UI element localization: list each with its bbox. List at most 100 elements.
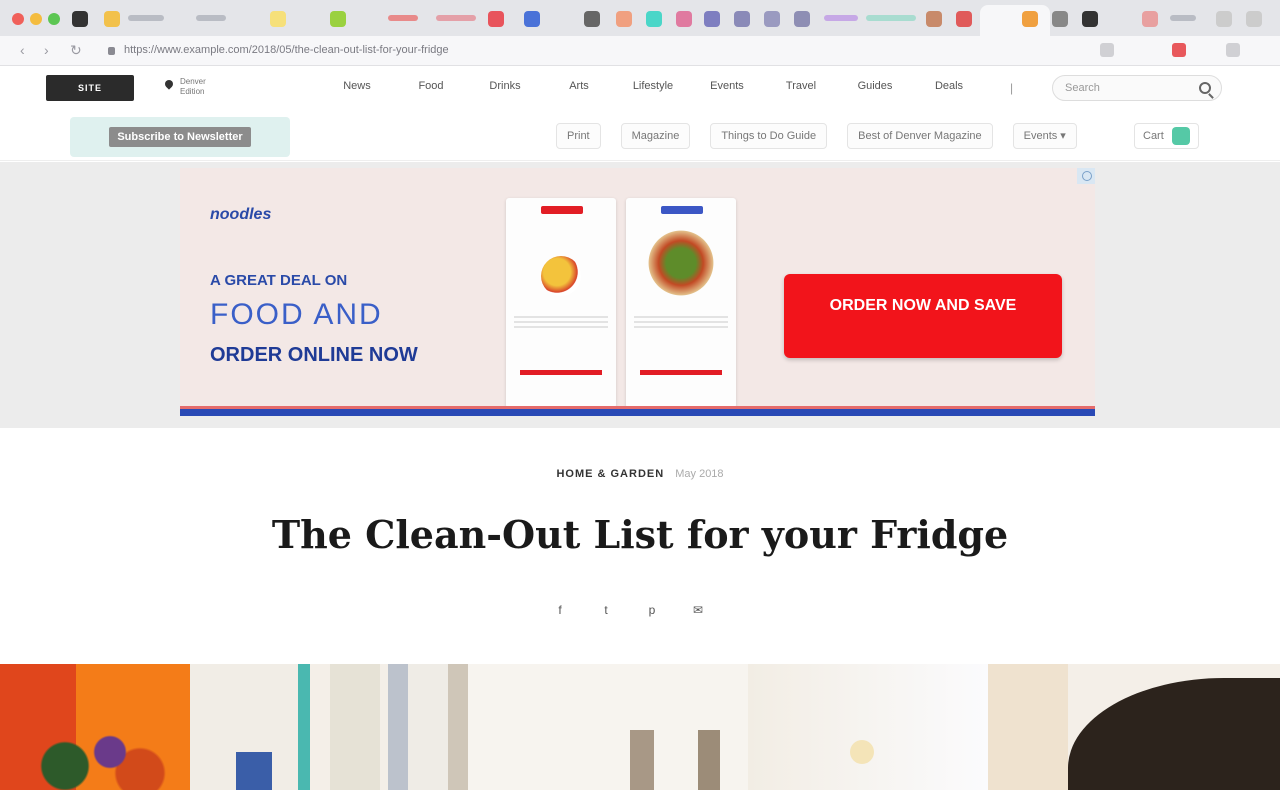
article-date: May 2018 bbox=[675, 468, 724, 480]
tab-favicon[interactable] bbox=[956, 11, 972, 27]
subnav-item[interactable]: Print bbox=[556, 123, 601, 149]
tab-title[interactable] bbox=[824, 15, 858, 21]
advertisement[interactable]: noodles A GREAT DEAL ON FOOD AND ORDER O… bbox=[180, 168, 1095, 416]
nav-item[interactable]: Arts bbox=[542, 80, 616, 92]
hero-panel-white bbox=[748, 664, 988, 790]
ad-menu-card bbox=[626, 198, 736, 408]
cart-button[interactable]: Cart bbox=[1134, 123, 1199, 149]
ad-headline-2: FOOD AND bbox=[210, 298, 383, 331]
tab-favicon[interactable] bbox=[764, 11, 780, 27]
tab-favicon[interactable] bbox=[1142, 11, 1158, 27]
tab-favicon[interactable] bbox=[1246, 11, 1262, 27]
search-input[interactable]: Search bbox=[1052, 75, 1222, 101]
tab-title[interactable] bbox=[866, 15, 916, 21]
newsletter-banner[interactable]: Subscribe to Newsletter bbox=[70, 117, 290, 157]
bookmark-icon[interactable] bbox=[1100, 43, 1114, 57]
subnav-item[interactable]: Best of Denver Magazine bbox=[847, 123, 993, 149]
card-header-bar bbox=[661, 206, 703, 214]
sub-header: Subscribe to Newsletter Print Magazine T… bbox=[0, 111, 1280, 161]
tab-favicon[interactable] bbox=[524, 11, 540, 27]
tab-favicon[interactable] bbox=[1052, 11, 1068, 27]
nav-item[interactable]: Drinks bbox=[468, 80, 542, 92]
facebook-icon[interactable]: f bbox=[548, 598, 572, 622]
tab-title[interactable] bbox=[1170, 15, 1196, 21]
tab-title[interactable] bbox=[388, 15, 418, 21]
profile-icon[interactable] bbox=[1226, 43, 1240, 57]
dish-image bbox=[541, 256, 581, 296]
subnav-item[interactable]: Things to Do Guide bbox=[710, 123, 828, 149]
tab-favicon[interactable] bbox=[1022, 11, 1038, 27]
share-buttons: f t p ✉ bbox=[548, 598, 710, 622]
extension-icon[interactable] bbox=[1172, 43, 1186, 57]
nav-item[interactable]: Lifestyle bbox=[616, 80, 690, 92]
article-headline: The Clean-Out List for your Fridge bbox=[271, 512, 1009, 557]
tab-favicon[interactable] bbox=[616, 11, 632, 27]
hero-panel-hair bbox=[1068, 678, 1280, 790]
tab-favicon[interactable] bbox=[676, 11, 692, 27]
url-text[interactable]: https://www.example.com/2018/05/the-clea… bbox=[124, 44, 449, 56]
site-header: SITE Denver Edition News Food Drinks Arts… bbox=[0, 67, 1280, 111]
tab-favicon[interactable] bbox=[926, 11, 942, 27]
sub-nav: Print Magazine Things to Do Guide Best o… bbox=[556, 123, 1077, 149]
forward-button[interactable]: › bbox=[44, 42, 49, 58]
twitter-icon[interactable]: t bbox=[594, 598, 618, 622]
tab-favicon[interactable] bbox=[646, 11, 662, 27]
nav-item[interactable]: News bbox=[320, 80, 394, 92]
card-text-lines bbox=[514, 316, 608, 330]
browser-tab-strip bbox=[0, 0, 1280, 36]
window-close-button[interactable] bbox=[12, 13, 24, 25]
ad-brand: noodles bbox=[210, 206, 272, 223]
nav-item[interactable]: Travel bbox=[764, 80, 838, 92]
cart-icon bbox=[1171, 127, 1190, 145]
nav-item[interactable]: Guides bbox=[838, 80, 912, 92]
site-logo[interactable]: SITE bbox=[46, 75, 134, 101]
reload-button[interactable]: ↻ bbox=[70, 42, 82, 59]
window-minimize-button[interactable] bbox=[30, 13, 42, 25]
hero-panel-grey bbox=[388, 664, 468, 790]
email-icon[interactable]: ✉ bbox=[686, 598, 710, 622]
tab-favicon[interactable] bbox=[72, 11, 88, 27]
search-icon[interactable] bbox=[1199, 82, 1211, 94]
tab-favicon[interactable] bbox=[704, 11, 720, 27]
tab-favicon[interactable] bbox=[584, 11, 600, 27]
ad-cta-button[interactable]: ORDER NOW AND SAVE bbox=[784, 274, 1062, 358]
tab-favicon[interactable] bbox=[734, 11, 750, 27]
newsletter-label: Subscribe to Newsletter bbox=[109, 127, 251, 147]
cart-label: Cart bbox=[1143, 130, 1164, 142]
tab-favicon[interactable] bbox=[1082, 11, 1098, 27]
tab-favicon[interactable] bbox=[104, 11, 120, 27]
nav-item[interactable]: Food bbox=[394, 80, 468, 92]
tab-title[interactable] bbox=[436, 15, 476, 21]
tab-title[interactable] bbox=[196, 15, 226, 21]
tab-favicon[interactable] bbox=[794, 11, 810, 27]
location-pin-icon bbox=[164, 80, 174, 94]
active-tab[interactable] bbox=[980, 5, 1050, 36]
ad-headline-1: A GREAT DEAL ON bbox=[210, 272, 348, 289]
back-button[interactable]: ‹ bbox=[20, 42, 25, 58]
ad-menu-card bbox=[506, 198, 616, 408]
address-bar[interactable]: https://www.example.com/2018/05/the-clea… bbox=[96, 40, 1116, 62]
edition-label: Denver Edition bbox=[180, 77, 206, 96]
edition-selector[interactable]: Denver Edition bbox=[164, 77, 206, 97]
subnav-item[interactable]: Magazine bbox=[620, 123, 691, 149]
tab-title[interactable] bbox=[128, 15, 164, 21]
tab-favicon[interactable] bbox=[488, 11, 504, 27]
main-nav: News Food Drinks Arts Lifestyle Events T… bbox=[320, 80, 986, 92]
article-kicker: HOME & GARDEN May 2018 bbox=[0, 468, 1280, 480]
pinterest-icon[interactable]: p bbox=[640, 598, 664, 622]
window-zoom-button[interactable] bbox=[48, 13, 60, 25]
nav-item[interactable]: Events bbox=[690, 80, 764, 92]
nav-item[interactable]: Deals bbox=[912, 80, 986, 92]
tab-favicon[interactable] bbox=[270, 11, 286, 27]
tab-favicon[interactable] bbox=[330, 11, 346, 27]
hero-panel-jars bbox=[630, 730, 740, 790]
ad-headline-3: ORDER ONLINE NOW bbox=[210, 344, 418, 366]
hero-panel-produce bbox=[20, 724, 170, 790]
ad-choices-icon[interactable] bbox=[1077, 168, 1095, 184]
article-section[interactable]: HOME & GARDEN bbox=[556, 468, 664, 480]
subnav-item[interactable]: Events ▾ bbox=[1012, 123, 1077, 149]
card-header-bar bbox=[541, 206, 583, 214]
ad-band: noodles A GREAT DEAL ON FOOD AND ORDER O… bbox=[0, 162, 1280, 428]
hero-panel-cream bbox=[330, 664, 380, 790]
tab-favicon[interactable] bbox=[1216, 11, 1232, 27]
